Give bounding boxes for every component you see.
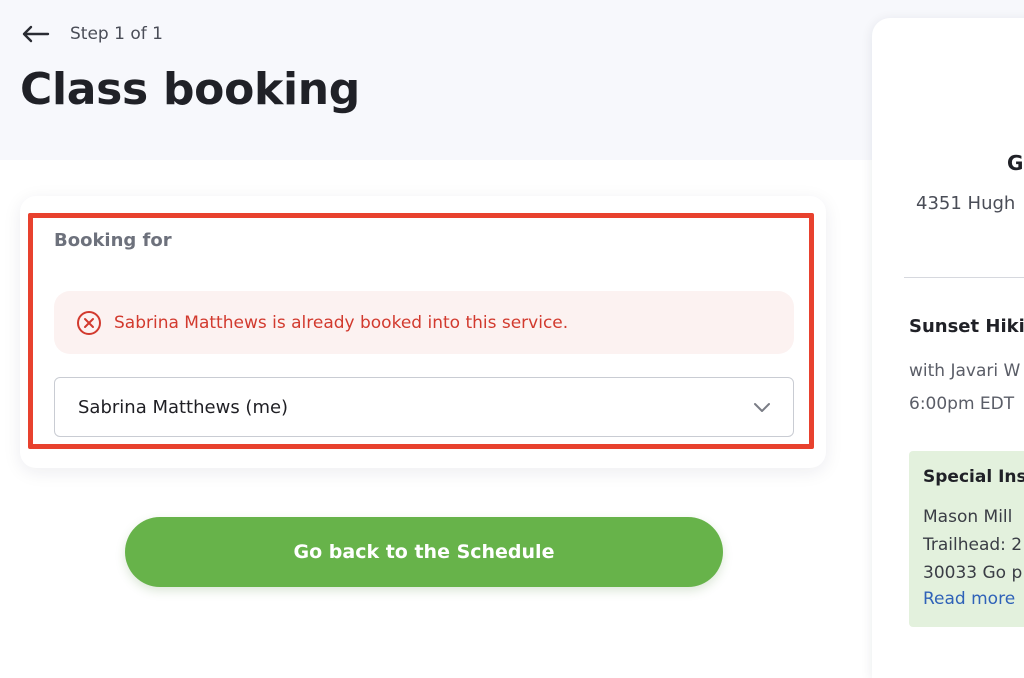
error-banner: Sabrina Matthews is already booked into … [54,291,794,354]
step-indicator: Step 1 of 1 [70,24,163,44]
circle-x-icon [76,310,102,336]
booking-card: Booking for Sabrina Matthews is already … [20,196,826,468]
side-panel: G 4351 Hugh Sunset Hikin with Javari W 6… [872,18,1024,678]
special-instructions-line: 30033 Go p [923,563,1023,583]
class-name: Sunset Hikin [909,316,1024,337]
back-to-schedule-button[interactable]: Go back to the Schedule [125,517,723,587]
class-time: 6:00pm EDT [909,394,1015,414]
booking-for-label: Booking for [54,230,172,251]
venue-address: 4351 Hugh [916,193,1016,214]
page-title: Class booking [20,64,360,115]
booking-for-select[interactable]: Sabrina Matthews (me) [54,377,794,437]
error-message: Sabrina Matthews is already booked into … [114,312,569,333]
arrow-left-icon [20,24,50,44]
back-button[interactable] [20,22,50,46]
special-instructions-line: Trailhead: 2 [923,535,1023,555]
instructor: with Javari W [909,361,1021,381]
special-instructions-line: Mason Mill [923,507,1013,527]
venue-name: G [1007,151,1024,175]
breadcrumb: Step 1 of 1 [20,22,163,46]
special-instructions-title: Special Inst [923,467,1024,487]
select-value: Sabrina Matthews (me) [78,396,289,418]
chevron-down-icon [753,401,771,413]
divider [904,277,1024,278]
read-more-link[interactable]: Read more [923,589,1015,609]
header: Step 1 of 1 Class booking [0,0,1024,160]
special-instructions: Special Inst Mason Mill Trailhead: 2 300… [909,451,1024,627]
